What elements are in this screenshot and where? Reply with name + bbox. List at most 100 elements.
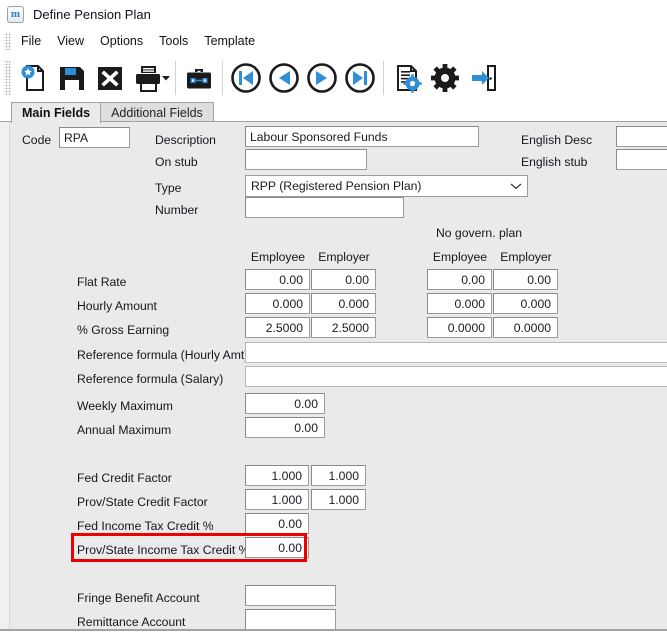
new-record-button[interactable] [15, 57, 53, 99]
briefcase-button[interactable] [180, 57, 218, 99]
fed-credit-factor-employee-input[interactable]: 1.000 [245, 465, 309, 486]
document-gear-icon [397, 64, 422, 93]
type-label: Type [155, 181, 182, 195]
first-record-button[interactable] [227, 57, 265, 99]
fed-credit-factor-employer-input[interactable]: 1.000 [311, 465, 366, 486]
briefcase-icon [187, 68, 211, 88]
fed-credit-factor-label: Fed Credit Factor [77, 471, 172, 485]
report-settings-button[interactable] [388, 57, 426, 99]
hourly-amount-ng-employee-input[interactable]: 0.000 [427, 293, 492, 314]
window-bottom-border [0, 629, 667, 631]
next-record-icon [307, 62, 337, 93]
prov-state-income-tax-credit-input[interactable]: 0.00 [245, 537, 309, 558]
remittance-account-input[interactable] [245, 609, 336, 630]
number-label: Number [155, 203, 199, 217]
m-logo-icon: m [7, 5, 24, 23]
prov-state-credit-factor-label: Prov/State Credit Factor [77, 495, 208, 509]
fringe-benefit-account-label: Fringe Benefit Account [77, 591, 200, 605]
menu-item-file[interactable]: File [13, 31, 49, 51]
hourly-amount-label: Hourly Amount [77, 299, 157, 313]
chevron-down-icon [510, 176, 522, 196]
tab-additional-fields[interactable]: Additional Fields [100, 102, 214, 123]
description-label: Description [155, 133, 216, 147]
next-record-button[interactable] [303, 57, 341, 99]
toolbar-separator [222, 60, 223, 95]
menu-item-options[interactable]: Options [92, 31, 151, 51]
on-stub-input[interactable] [245, 149, 367, 170]
remittance-account-label: Remittance Account [77, 615, 186, 629]
prov-state-credit-factor-employer-input[interactable]: 1.000 [311, 489, 366, 510]
new-document-icon [21, 64, 44, 91]
code-input[interactable]: RPA [59, 127, 130, 148]
save-floppy-icon [60, 66, 84, 90]
previous-record-icon [269, 62, 299, 93]
description-input[interactable]: Labour Sponsored Funds [245, 126, 479, 147]
last-record-icon [345, 62, 375, 93]
ref-formula-hourly-label: Reference formula (Hourly Amt) [77, 348, 249, 362]
chevron-down-icon [162, 75, 170, 80]
english-stub-input[interactable] [616, 149, 667, 170]
on-stub-label: On stub [155, 155, 198, 169]
hourly-amount-employer-input[interactable]: 0.000 [311, 293, 376, 314]
gross-earning-ng-employer-input[interactable]: 0.0000 [493, 317, 558, 338]
weekly-maximum-input[interactable]: 0.00 [245, 393, 325, 414]
toolbar-separator [175, 60, 176, 95]
previous-record-button[interactable] [265, 57, 303, 99]
exit-door-icon [472, 64, 496, 91]
english-desc-input[interactable] [616, 126, 667, 147]
gross-earning-employee-input[interactable]: 2.5000 [245, 317, 310, 338]
type-select-value: RPP (Registered Pension Plan) [251, 179, 422, 193]
annual-maximum-input[interactable]: 0.00 [245, 417, 325, 438]
fed-income-tax-credit-input[interactable]: 0.00 [245, 513, 309, 534]
ref-formula-salary-label: Reference formula (Salary) [77, 372, 224, 386]
tab-main-fields[interactable]: Main Fields [11, 102, 102, 123]
title-bar: m Define Pension Plan [0, 0, 667, 28]
flat-rate-ng-employee-input[interactable]: 0.00 [427, 269, 492, 290]
settings-button[interactable] [426, 57, 464, 99]
hourly-amount-ng-employer-input[interactable]: 0.000 [493, 293, 558, 314]
printer-icon [136, 65, 160, 92]
flat-rate-employee-input[interactable]: 0.00 [245, 269, 310, 290]
menu-grip-handle[interactable] [4, 32, 11, 50]
english-stub-label: English stub [521, 155, 588, 169]
menu-bar: File View Options Tools Template [0, 28, 667, 54]
column-header-ng-employer: Employer [500, 250, 552, 264]
last-record-button[interactable] [341, 57, 379, 99]
fed-income-tax-credit-label: Fed Income Tax Credit % [77, 519, 214, 533]
gross-earning-ng-employee-input[interactable]: 0.0000 [427, 317, 492, 338]
tab-strip: Main Fields Additional Fields [0, 101, 667, 123]
toolbar-grip-handle[interactable] [4, 60, 11, 95]
gross-earning-employer-input[interactable]: 2.5000 [311, 317, 376, 338]
delete-button[interactable] [91, 57, 129, 99]
save-button[interactable] [53, 57, 91, 99]
no-govern-plan-group-label: No govern. plan [435, 226, 523, 240]
column-header-employer: Employer [318, 250, 370, 264]
column-header-employee: Employee [250, 250, 306, 264]
ref-formula-hourly-input[interactable] [245, 342, 667, 363]
prov-state-credit-factor-employee-input[interactable]: 1.000 [245, 489, 309, 510]
annual-maximum-label: Annual Maximum [77, 423, 172, 437]
english-desc-label: English Desc [521, 133, 593, 147]
flat-rate-ng-employer-input[interactable]: 0.00 [493, 269, 558, 290]
panel-left-strip [0, 122, 10, 630]
form-panel: Code RPA Description Labour Sponsored Fu… [0, 121, 667, 630]
weekly-maximum-label: Weekly Maximum [77, 399, 173, 413]
number-input[interactable] [245, 197, 404, 218]
exit-button[interactable] [464, 57, 502, 99]
gross-earning-label: % Gross Earning [77, 323, 170, 337]
print-dropdown-button[interactable] [161, 57, 171, 99]
menu-item-tools[interactable]: Tools [151, 31, 196, 51]
prov-state-income-tax-credit-label: Prov/State Income Tax Credit % [77, 543, 250, 557]
flat-rate-employer-input[interactable]: 0.00 [311, 269, 376, 290]
first-record-icon [231, 62, 261, 93]
ref-formula-salary-input[interactable] [245, 366, 667, 387]
fringe-benefit-account-input[interactable] [245, 585, 336, 606]
window-title: Define Pension Plan [33, 6, 151, 22]
menu-item-template[interactable]: Template [196, 31, 263, 51]
type-select[interactable]: RPP (Registered Pension Plan) [245, 175, 528, 197]
hourly-amount-employee-input[interactable]: 0.000 [245, 293, 310, 314]
code-label: Code [22, 133, 52, 147]
column-header-ng-employee: Employee [432, 250, 488, 264]
delete-x-icon [98, 66, 122, 90]
menu-item-view[interactable]: View [49, 31, 92, 51]
